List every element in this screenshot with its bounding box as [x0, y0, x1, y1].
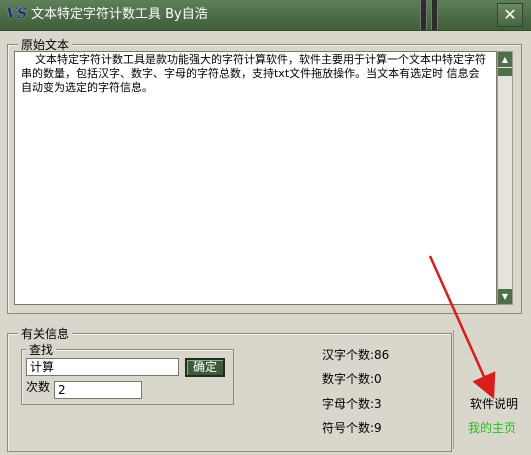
annotation-arrow [428, 255, 496, 400]
arrow-line [428, 255, 496, 400]
